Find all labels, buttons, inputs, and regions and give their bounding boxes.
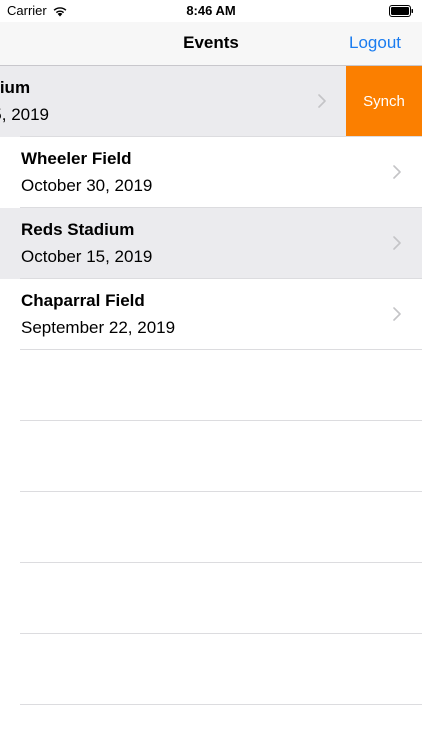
empty-list-row: [0, 421, 422, 492]
synch-button[interactable]: Synch: [346, 66, 422, 136]
status-bar: Carrier 8:46 AM: [0, 0, 422, 22]
logout-button[interactable]: Logout: [349, 33, 401, 53]
event-title: Wheeler Field: [21, 149, 132, 168]
navigation-bar: Events Logout: [0, 22, 422, 66]
event-row-content: Chaparral Field September 22, 2019: [21, 279, 422, 350]
chevron-right-icon: [318, 94, 326, 108]
event-row-wheeler-field[interactable]: Wheeler Field October 30, 2019: [0, 137, 422, 208]
event-row-chaparral-field[interactable]: Chaparral Field September 22, 2019: [0, 279, 422, 350]
empty-list-row: [0, 492, 422, 563]
event-date: ber 5, 2019: [0, 105, 50, 124]
status-time: 8:46 AM: [186, 3, 236, 18]
event-date: September 22, 2019: [21, 318, 176, 337]
empty-list-row: [0, 350, 422, 421]
battery-icon: [389, 5, 414, 17]
chevron-right-icon: [393, 307, 401, 321]
event-date: October 30, 2019: [21, 176, 153, 195]
chevron-right-icon: [393, 236, 401, 250]
event-row-reds-stadium[interactable]: Reds Stadium October 15, 2019: [0, 208, 422, 279]
chevron-right-icon: [393, 165, 401, 179]
event-row-content: Wheeler Field October 30, 2019: [21, 137, 422, 208]
event-title: Reds Stadium: [21, 220, 135, 239]
event-date: October 15, 2019: [21, 247, 153, 266]
empty-list-row: [0, 634, 422, 705]
event-row-content: Stadium ber 5, 2019: [0, 66, 346, 137]
event-title: Chaparral Field: [21, 291, 145, 310]
empty-list-row: [0, 563, 422, 634]
event-row-content: Reds Stadium October 15, 2019: [21, 208, 422, 279]
event-row-stadium[interactable]: Stadium ber 5, 2019 Synch: [0, 66, 422, 137]
event-title: Stadium: [0, 78, 31, 97]
events-list: Stadium ber 5, 2019 Synch Wheeler Field …: [0, 66, 422, 705]
